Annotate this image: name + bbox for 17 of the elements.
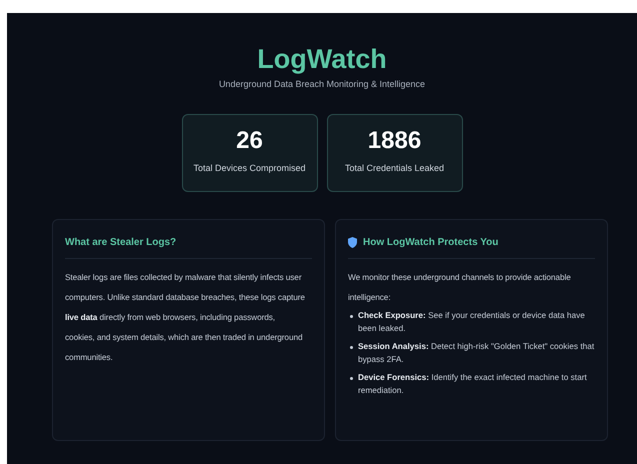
app-subtitle: Underground Data Breach Monitoring & Intelligence	[218, 79, 426, 89]
stat-label: Total Credentials Leaked	[344, 163, 446, 173]
list-item-text: Check Exposure: See if your credentials or device data have been leaked.	[358, 309, 586, 335]
bullet-icon	[350, 315, 353, 318]
card-heading: What are Stealer Logs?	[65, 236, 176, 248]
bullet-icon	[350, 377, 353, 380]
list-item-text: Session Analysis: Detect high-risk "Golden Ticket" cookies that bypass 2FA.	[358, 340, 595, 366]
card-paragraph: We monitor these underground channels to provide actionable intelligence:	[348, 271, 572, 304]
stat-value: 1886	[366, 127, 422, 155]
stat-value: 26	[235, 127, 264, 155]
card-paragraph: Stealer logs are files collected by malware that silently infects user computers. Unlike standard database breaches, these logs capture live data directly from web browsers, including passwords, cookies, and system details, which are then traded in underground communities.	[65, 271, 306, 364]
list-item-text: Device Forensics: Identify the exact infected machine to start remediation.	[358, 371, 588, 397]
card-heading: How LogWatch Protects You	[363, 236, 498, 248]
bullet-icon	[350, 346, 353, 349]
app-title: LogWatch	[256, 43, 388, 75]
shield-icon	[348, 236, 357, 248]
stat-label: Total Devices Compromised	[192, 163, 307, 173]
